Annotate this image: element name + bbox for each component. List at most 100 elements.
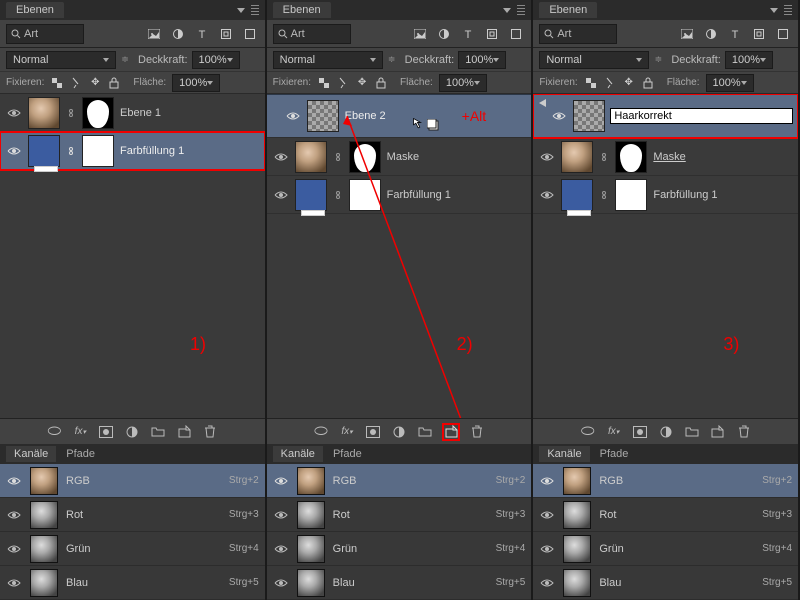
layer-thumb[interactable] [573, 100, 605, 132]
visibility-icon[interactable] [273, 149, 289, 165]
group-icon[interactable] [684, 424, 700, 440]
lock-position-icon[interactable]: ✥ [355, 76, 369, 90]
visibility-icon[interactable] [6, 105, 22, 121]
lock-all-icon[interactable] [107, 76, 121, 90]
new-layer-icon[interactable] [176, 424, 192, 440]
mask-link-icon[interactable] [599, 190, 609, 200]
mask-thumb[interactable] [349, 179, 381, 211]
fill-dropdown[interactable]: 100% [439, 74, 487, 92]
layers-tab[interactable]: Ebenen [273, 2, 331, 18]
fill-dropdown[interactable]: 100% [172, 74, 220, 92]
layer-thumb[interactable] [28, 97, 60, 129]
lock-all-icon[interactable] [374, 76, 388, 90]
visibility-icon[interactable] [539, 187, 555, 203]
channel-row[interactable]: GrünStrg+4 [267, 532, 532, 566]
filter-smart-icon[interactable] [241, 25, 259, 43]
filter-pixel-icon[interactable] [411, 25, 429, 43]
layer-row[interactable]: Maske [533, 138, 798, 176]
paths-tab[interactable]: Pfade [325, 446, 370, 462]
channel-row[interactable]: RGBStrg+2 [0, 464, 265, 498]
filter-type-dropdown[interactable]: Art [273, 24, 351, 44]
layer-thumb[interactable] [295, 179, 327, 211]
layer-row[interactable]: Haarkorrekt [533, 94, 798, 138]
filter-shape-icon[interactable] [483, 25, 501, 43]
layer-name[interactable]: Farbfüllung 1 [653, 189, 792, 201]
visibility-icon[interactable] [6, 143, 22, 159]
layer-row[interactable]: Maske [267, 138, 532, 176]
layer-name[interactable]: Farbfüllung 1 [387, 189, 526, 201]
panel-drag-icon[interactable] [251, 5, 259, 15]
filter-text-icon[interactable]: T [726, 25, 744, 43]
new-layer-icon[interactable] [710, 424, 726, 440]
layer-thumb[interactable] [307, 100, 339, 132]
new-layer-icon[interactable] [443, 424, 459, 440]
lock-transparency-icon[interactable] [584, 76, 598, 90]
visibility-icon[interactable] [6, 507, 22, 523]
mask-icon[interactable] [98, 424, 114, 440]
filter-adjustment-icon[interactable] [435, 25, 453, 43]
layers-tab[interactable]: Ebenen [539, 2, 597, 18]
opacity-dropdown[interactable]: 100% [725, 51, 773, 69]
filter-text-icon[interactable]: T [193, 25, 211, 43]
trash-icon[interactable] [736, 424, 752, 440]
mask-thumb[interactable] [615, 179, 647, 211]
channels-tab[interactable]: Kanäle [6, 446, 56, 462]
link-icon[interactable]: ⬭ [46, 424, 62, 440]
group-icon[interactable] [150, 424, 166, 440]
mask-link-icon[interactable] [66, 108, 76, 118]
layer-thumb[interactable] [28, 135, 60, 167]
layers-tab[interactable]: Ebenen [6, 2, 64, 18]
group-icon[interactable] [417, 424, 433, 440]
layer-thumb[interactable] [561, 141, 593, 173]
mask-icon[interactable] [632, 424, 648, 440]
trash-icon[interactable] [202, 424, 218, 440]
visibility-icon[interactable] [6, 473, 22, 489]
mask-link-icon[interactable] [599, 152, 609, 162]
flyout-menu-icon[interactable] [237, 8, 245, 13]
filter-shape-icon[interactable] [750, 25, 768, 43]
blend-mode-dropdown[interactable]: Normal [273, 51, 383, 69]
lock-all-icon[interactable] [641, 76, 655, 90]
paths-tab[interactable]: Pfade [58, 446, 103, 462]
lock-pixels-icon[interactable] [336, 76, 350, 90]
mask-thumb[interactable] [82, 97, 114, 129]
blend-scrub-icon[interactable]: ≑ [120, 54, 130, 65]
layer-row[interactable]: Ebene 2 [267, 94, 532, 138]
link-icon[interactable]: ⬭ [580, 424, 596, 440]
filter-type-dropdown[interactable]: Art [539, 24, 617, 44]
blend-mode-dropdown[interactable]: Normal [6, 51, 116, 69]
blend-mode-dropdown[interactable]: Normal [539, 51, 649, 69]
lock-pixels-icon[interactable] [603, 76, 617, 90]
filter-text-icon[interactable]: T [459, 25, 477, 43]
filter-type-dropdown[interactable]: Art [6, 24, 84, 44]
layer-name[interactable]: Ebene 1 [120, 107, 259, 119]
layer-thumb[interactable] [295, 141, 327, 173]
fx-icon[interactable]: fx▾ [339, 424, 355, 440]
layer-name[interactable]: Farbfüllung 1 [120, 145, 259, 157]
lock-position-icon[interactable]: ✥ [622, 76, 636, 90]
channel-row[interactable]: BlauStrg+5 [533, 566, 798, 600]
paths-tab[interactable]: Pfade [592, 446, 637, 462]
layer-name[interactable]: Maske [387, 151, 526, 163]
mask-thumb[interactable] [615, 141, 647, 173]
visibility-icon[interactable] [6, 575, 22, 591]
adjustment-icon[interactable] [658, 424, 674, 440]
lock-pixels-icon[interactable] [69, 76, 83, 90]
channel-row[interactable]: BlauStrg+5 [267, 566, 532, 600]
channel-row[interactable]: RGBStrg+2 [533, 464, 798, 498]
layer-name[interactable]: Maske [653, 151, 792, 163]
layer-row[interactable]: Ebene 1 [0, 94, 265, 132]
mask-link-icon[interactable] [333, 152, 343, 162]
filter-adjustment-icon[interactable] [169, 25, 187, 43]
flyout-menu-icon[interactable] [503, 8, 511, 13]
fill-dropdown[interactable]: 100% [706, 74, 754, 92]
trash-icon[interactable] [469, 424, 485, 440]
channel-row[interactable]: RGBStrg+2 [267, 464, 532, 498]
mask-icon[interactable] [365, 424, 381, 440]
lock-transparency-icon[interactable] [50, 76, 64, 90]
filter-shape-icon[interactable] [217, 25, 235, 43]
mask-link-icon[interactable] [66, 146, 76, 156]
layer-name-input[interactable]: Haarkorrekt [611, 109, 792, 123]
mask-link-icon[interactable] [333, 190, 343, 200]
layer-row[interactable]: Farbfüllung 1 [0, 132, 265, 170]
